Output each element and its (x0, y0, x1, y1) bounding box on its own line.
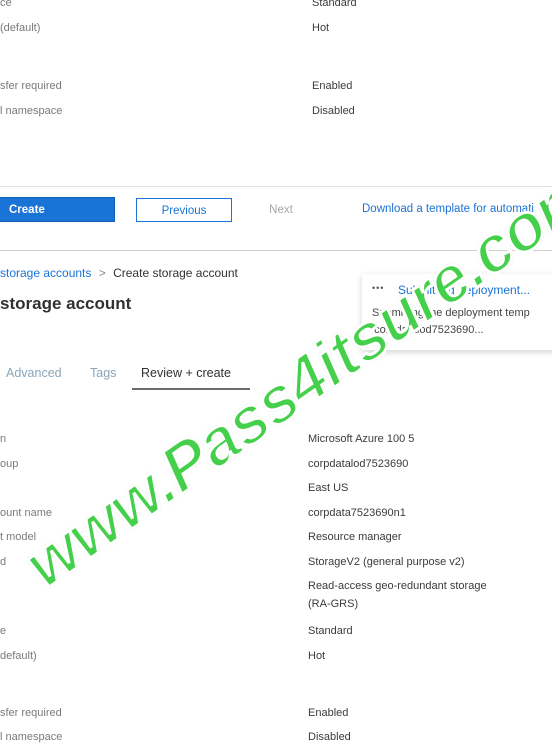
active-tab-indicator (132, 388, 250, 390)
next-button[interactable]: Next (258, 198, 304, 222)
review-value-deployment-model: Resource manager (308, 531, 402, 543)
summary-label-access-tier: (default) (0, 22, 41, 34)
create-button[interactable]: Create (0, 197, 115, 222)
summary-value-secure-transfer: Enabled (312, 80, 353, 92)
summary-label-secure-transfer: sfer required (0, 80, 62, 92)
review-value-replication: Read-access geo-redundant storage (308, 580, 487, 592)
review-value-performance: Standard (308, 625, 353, 637)
section-divider (0, 250, 552, 251)
review-label-resource-group: oup (0, 458, 19, 470)
previous-button[interactable]: Previous (136, 198, 232, 222)
review-value-resource-group: corpdatalod7523690 (308, 458, 409, 470)
tab-review-create[interactable]: Review + create (141, 366, 231, 380)
review-label-access-tier: default) (0, 650, 37, 662)
review-label-performance: e (0, 625, 7, 637)
deployment-notification[interactable]: ••• Submitting deployment... Submitting … (362, 274, 552, 350)
summary-label-performance: ce (0, 0, 12, 9)
review-value-account-kind: StorageV2 (general purpose v2) (308, 556, 465, 568)
review-value-location: East US (308, 482, 349, 494)
review-label-secure-transfer: sfer required (0, 707, 62, 719)
tab-tags[interactable]: Tags (90, 366, 116, 380)
review-label-account-kind: d (0, 556, 7, 568)
review-value-subscription: Microsoft Azure 100 5 (308, 433, 415, 445)
breadcrumb-current: Create storage account (113, 266, 238, 280)
breadcrumb-separator: > (98, 266, 106, 280)
review-label-subscription: n (0, 433, 7, 445)
summary-label-namespace: l namespace (0, 105, 63, 117)
review-value-access-tier: Hot (308, 650, 326, 662)
notification-body: Submitting the deployment temp (372, 307, 530, 319)
download-template-link[interactable]: Download a template for automati (362, 203, 534, 215)
notification-body-2: 'corpdatalod7523690... (372, 324, 484, 336)
footer-divider (0, 186, 552, 187)
summary-value-namespace: Disabled (312, 105, 355, 117)
review-value-secure-transfer: Enabled (308, 707, 349, 719)
spinner-icon: ••• (372, 283, 385, 293)
breadcrumb-storage-accounts[interactable]: storage accounts (0, 266, 91, 280)
review-value-namespace: Disabled (308, 731, 351, 743)
review-label-deployment-model: t model (0, 531, 37, 543)
review-value-account-name: corpdata7523690n1 (308, 507, 406, 519)
notification-title[interactable]: Submitting deployment... (398, 283, 530, 297)
tab-advanced[interactable]: Advanced (6, 366, 62, 380)
breadcrumb: storage accounts > Create storage accoun… (0, 266, 238, 280)
page-title: storage account (0, 294, 132, 313)
summary-value-performance: Standard (312, 0, 357, 9)
review-value-replication-2: (RA-GRS) (308, 598, 359, 610)
review-label-account-name: ount name (0, 507, 52, 519)
summary-value-access-tier: Hot (312, 22, 330, 34)
review-label-namespace: l namespace (0, 731, 63, 743)
